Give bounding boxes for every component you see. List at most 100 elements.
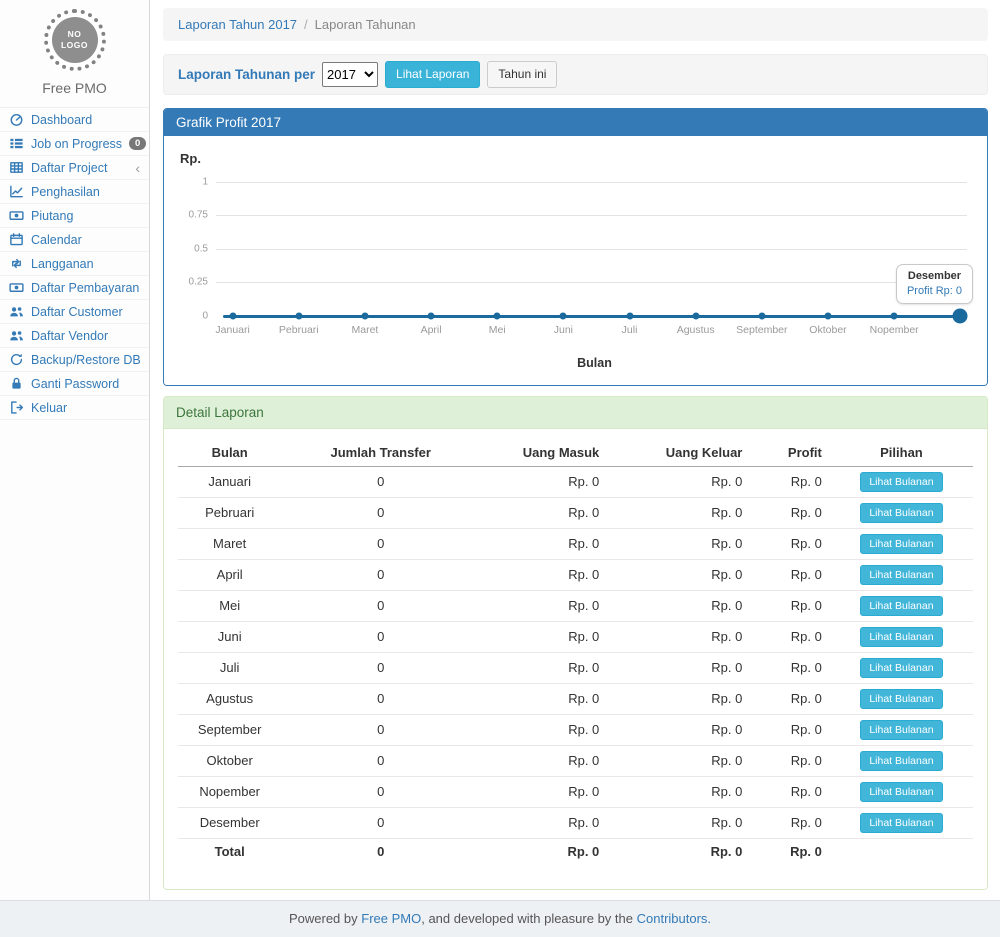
lihat-bulanan-button[interactable]: Lihat Bulanan (860, 565, 942, 585)
table-row: Januari0Rp. 0Rp. 0Rp. 0Lihat Bulanan (178, 466, 973, 497)
data-point-januari[interactable] (229, 313, 236, 320)
refresh-icon (9, 352, 24, 367)
sidebar-item-label: Backup/Restore DB (31, 353, 141, 367)
sidebar-item-job-on-progress[interactable]: Job on Progress0 (0, 132, 149, 156)
cell-jumlah-transfer: 0 (281, 559, 480, 590)
sidebar-item-calendar[interactable]: Calendar (0, 228, 149, 252)
data-point-april[interactable] (428, 313, 435, 320)
sidebar-item-daftar-pembayaran[interactable]: Daftar Pembayaran (0, 276, 149, 300)
cell-uang-masuk: Rp. 0 (480, 776, 607, 807)
tahun-ini-button[interactable]: Tahun ini (487, 61, 557, 88)
cell-pilihan: Lihat Bulanan (830, 559, 973, 590)
cell-month: Juli (178, 652, 281, 683)
cell-month: September (178, 714, 281, 745)
lihat-bulanan-button[interactable]: Lihat Bulanan (860, 689, 942, 709)
no-logo-text: NO LOGO (52, 17, 98, 63)
sidebar-item-ganti-password[interactable]: Ganti Password (0, 372, 149, 396)
data-point-nopember[interactable] (891, 313, 898, 320)
cell-pilihan: Lihat Bulanan (830, 807, 973, 838)
lihat-bulanan-button[interactable]: Lihat Bulanan (860, 596, 942, 616)
x-tick-label: April (421, 324, 442, 336)
total-jumlah-transfer: 0 (281, 838, 480, 869)
x-tick-label: Pebruari (279, 324, 319, 336)
chart-tooltip: DesemberProfit Rp: 0 (896, 264, 973, 304)
cell-uang-keluar: Rp. 0 (607, 590, 750, 621)
cell-month: Mei (178, 590, 281, 621)
cell-profit: Rp. 0 (750, 683, 830, 714)
data-point-maret[interactable] (361, 313, 368, 320)
app-wrapper: NO LOGO Free PMO DashboardJob on Progres… (0, 0, 1000, 900)
breadcrumb-separator: / (304, 17, 308, 32)
data-point-juni[interactable] (560, 313, 567, 320)
detail-report-panel: Detail Laporan BulanJumlah TransferUang … (163, 396, 988, 890)
cell-pilihan: Lihat Bulanan (830, 714, 973, 745)
list-icon (9, 136, 24, 151)
sidebar-item-daftar-vendor[interactable]: Daftar Vendor (0, 324, 149, 348)
lihat-laporan-button[interactable]: Lihat Laporan (385, 61, 480, 88)
cell-jumlah-transfer: 0 (281, 683, 480, 714)
cell-uang-keluar: Rp. 0 (607, 528, 750, 559)
data-point-september[interactable] (758, 313, 765, 320)
gridline (216, 249, 967, 250)
cell-month: Desember (178, 807, 281, 838)
gridline (216, 282, 967, 283)
lihat-bulanan-button[interactable]: Lihat Bulanan (860, 751, 942, 771)
year-select[interactable]: 2017 (322, 62, 378, 87)
free-pmo-link[interactable]: Free PMO (361, 911, 421, 926)
lihat-bulanan-button[interactable]: Lihat Bulanan (860, 782, 942, 802)
cell-jumlah-transfer: 0 (281, 714, 480, 745)
lihat-bulanan-button[interactable]: Lihat Bulanan (860, 813, 942, 833)
sidebar-item-langganan[interactable]: Langganan (0, 252, 149, 276)
contributors-link[interactable]: Contributors. (637, 911, 711, 926)
lihat-bulanan-button[interactable]: Lihat Bulanan (860, 534, 942, 554)
x-tick-label: Januari (215, 324, 249, 336)
total-uang-masuk: Rp. 0 (480, 838, 607, 869)
breadcrumb-link[interactable]: Laporan Tahun 2017 (178, 17, 297, 32)
cell-profit: Rp. 0 (750, 497, 830, 528)
cell-month: April (178, 559, 281, 590)
sidebar-item-daftar-customer[interactable]: Daftar Customer (0, 300, 149, 324)
sidebar-item-label: Langganan (31, 257, 94, 271)
no-logo-badge: NO LOGO (44, 9, 106, 71)
sidebar-item-daftar-project[interactable]: Daftar Project‹ (0, 156, 149, 180)
cell-uang-keluar: Rp. 0 (607, 807, 750, 838)
cell-uang-masuk: Rp. 0 (480, 745, 607, 776)
sidebar-item-penghasilan[interactable]: Penghasilan (0, 180, 149, 204)
calendar-icon (9, 232, 24, 247)
table-header-row: BulanJumlah TransferUang MasukUang Kelua… (178, 439, 973, 467)
cell-uang-keluar: Rp. 0 (607, 559, 750, 590)
cell-uang-masuk: Rp. 0 (480, 528, 607, 559)
sidebar-item-backup-restore-db[interactable]: Backup/Restore DB (0, 348, 149, 372)
data-point-pebruari[interactable] (295, 313, 302, 320)
lihat-bulanan-button[interactable]: Lihat Bulanan (860, 503, 942, 523)
lihat-bulanan-button[interactable]: Lihat Bulanan (860, 472, 942, 492)
cell-profit: Rp. 0 (750, 466, 830, 497)
data-point-juli[interactable] (626, 313, 633, 320)
sidebar-item-piutang[interactable]: Piutang (0, 204, 149, 228)
lihat-bulanan-button[interactable]: Lihat Bulanan (860, 627, 942, 647)
sidebar-item-label: Daftar Pembayaran (31, 281, 139, 295)
table-row: Juni0Rp. 0Rp. 0Rp. 0Lihat Bulanan (178, 621, 973, 652)
cell-profit: Rp. 0 (750, 776, 830, 807)
sidebar-item-label: Piutang (31, 209, 73, 223)
cell-profit: Rp. 0 (750, 652, 830, 683)
cell-jumlah-transfer: 0 (281, 466, 480, 497)
badge-count: 0 (129, 137, 146, 151)
lihat-bulanan-button[interactable]: Lihat Bulanan (860, 658, 942, 678)
cell-jumlah-transfer: 0 (281, 652, 480, 683)
cell-uang-keluar: Rp. 0 (607, 621, 750, 652)
lihat-bulanan-button[interactable]: Lihat Bulanan (860, 720, 942, 740)
total-label: Total (178, 838, 281, 869)
data-point-agustus[interactable] (692, 313, 699, 320)
cell-uang-keluar: Rp. 0 (607, 714, 750, 745)
data-point-oktober[interactable] (824, 313, 831, 320)
sidebar: NO LOGO Free PMO DashboardJob on Progres… (0, 0, 150, 900)
x-tick-label: Agustus (677, 324, 715, 336)
data-point-desember[interactable] (953, 309, 968, 324)
sidebar-item-keluar[interactable]: Keluar (0, 396, 149, 420)
detail-body: BulanJumlah TransferUang MasukUang Kelua… (164, 429, 987, 889)
data-point-mei[interactable] (494, 313, 501, 320)
chevron-left-icon: ‹ (135, 161, 140, 175)
table-row: Mei0Rp. 0Rp. 0Rp. 0Lihat Bulanan (178, 590, 973, 621)
sidebar-item-dashboard[interactable]: Dashboard (0, 108, 149, 132)
